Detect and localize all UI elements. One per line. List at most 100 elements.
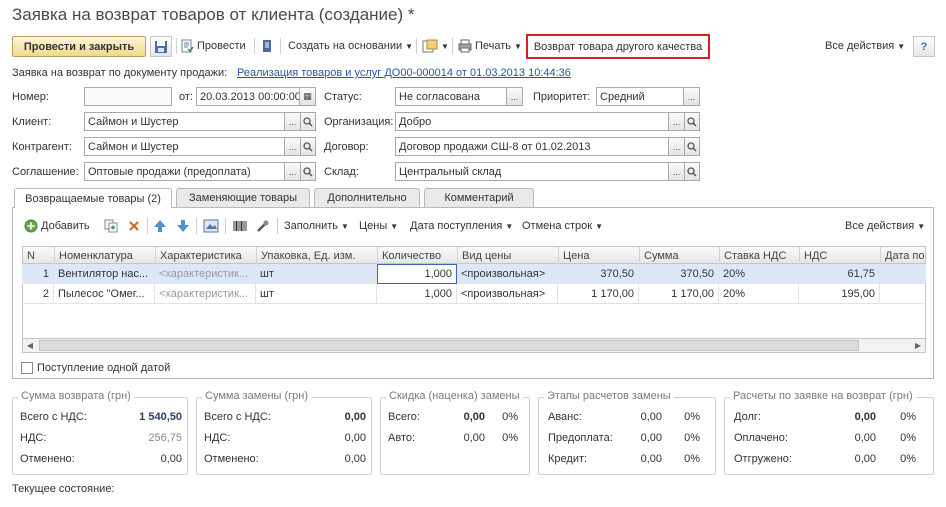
copy-row-button[interactable] <box>104 216 118 236</box>
cell-price[interactable]: 370,50 <box>558 264 639 284</box>
client-field[interactable]: Саймон и Шустер <box>84 112 285 131</box>
org-field[interactable]: Добро <box>395 112 669 131</box>
add-row-button[interactable]: Добавить <box>24 216 90 236</box>
client-open-button[interactable] <box>301 112 316 131</box>
warehouse-field[interactable]: Центральный склад <box>395 162 669 181</box>
client-select-button[interactable]: ... <box>285 112 301 131</box>
save-button[interactable] <box>150 36 172 57</box>
post-button[interactable]: Провести <box>180 36 246 56</box>
cancel-rows-button[interactable]: Отмена строк ▼ <box>522 216 603 236</box>
sale-doc-link[interactable]: Реализация товаров и услуг ДО00-000014 о… <box>237 67 571 79</box>
contract-open-button[interactable] <box>685 137 700 156</box>
sale-doc-label: Заявка на возврат по документу продажи: <box>12 67 228 79</box>
cell-vat-rate[interactable]: 20% <box>719 284 799 304</box>
date-field[interactable]: 20.03.2013 00:00:00 <box>196 87 300 106</box>
cell-n[interactable]: 1 <box>22 264 54 284</box>
scroll-left-icon[interactable]: ◀ <box>23 339 37 352</box>
cell-nomenclature[interactable]: Вентилятор нас... <box>54 264 155 284</box>
agreement-open-button[interactable] <box>301 162 316 181</box>
horizontal-scrollbar[interactable]: ◀ ▶ <box>22 338 926 353</box>
cell-characteristic[interactable]: <характеристик... <box>155 264 256 284</box>
cell-vat[interactable]: 61,75 <box>799 264 880 284</box>
cell-characteristic[interactable]: <характеристик... <box>155 284 256 304</box>
col-package[interactable]: Упаковка, Ед. изм. <box>257 247 378 265</box>
move-up-button[interactable] <box>153 216 167 236</box>
scroll-right-icon[interactable]: ▶ <box>911 339 925 352</box>
cell-arrival-date[interactable] <box>880 284 924 304</box>
contract-field[interactable]: Договор продажи СШ-8 от 01.02.2013 <box>395 137 669 156</box>
status-field[interactable]: Не согласована <box>395 87 507 106</box>
org-open-button[interactable] <box>685 112 700 131</box>
cell-package[interactable]: шт <box>256 284 377 304</box>
priority-field[interactable]: Средний <box>596 87 684 106</box>
move-down-button[interactable] <box>176 216 190 236</box>
prices-button[interactable]: Цены ▼ <box>359 216 398 236</box>
contractor-select-button[interactable]: ... <box>285 137 301 156</box>
table-all-actions-button[interactable]: Все действия ▼ <box>845 216 925 236</box>
create-based-on-button[interactable]: Создать на основании ▼ <box>288 36 413 56</box>
contractor-field[interactable]: Саймон и Шустер <box>84 137 285 156</box>
return-other-quality-button[interactable]: Возврат товара другого качества <box>526 34 710 59</box>
barcode-button[interactable] <box>232 216 248 236</box>
cell-sum[interactable]: 370,50 <box>639 264 719 284</box>
tab-returned-goods[interactable]: Возвращаемые товары (2) <box>14 188 172 208</box>
contract-select-button[interactable]: ... <box>669 137 685 156</box>
cell-vat-rate[interactable]: 20% <box>719 264 799 284</box>
status-select-button[interactable]: ... <box>507 87 523 106</box>
one-date-label: Поступление одной датой <box>37 362 171 374</box>
number-label: Номер: <box>12 91 49 103</box>
col-price-type[interactable]: Вид цены <box>458 247 559 265</box>
priority-select-button[interactable]: ... <box>684 87 700 106</box>
serial-button[interactable] <box>256 216 270 236</box>
all-actions-button[interactable]: Все действия ▼ <box>825 36 905 56</box>
org-select-button[interactable]: ... <box>669 112 685 131</box>
pick-goods-button[interactable] <box>203 216 219 236</box>
picture-icon <box>203 219 219 233</box>
fill-button[interactable]: Заполнить ▼ <box>284 216 349 236</box>
cell-quantity[interactable]: 1,000 <box>377 284 457 304</box>
scroll-thumb[interactable] <box>39 340 859 351</box>
help-button[interactable]: ? <box>913 36 935 57</box>
warehouse-open-button[interactable] <box>685 162 700 181</box>
table-row[interactable]: 2 Пылесос "Омег... <характеристик... шт … <box>22 284 926 304</box>
warehouse-select-button[interactable]: ... <box>669 162 685 181</box>
attachments-button[interactable]: ▼ <box>422 36 449 56</box>
post-and-close-button[interactable]: Провести и закрыть <box>12 36 146 57</box>
discount-total-label: Всего: <box>388 411 420 423</box>
table-row[interactable]: 1 Вентилятор нас... <характеристик... шт… <box>22 264 926 284</box>
cell-quantity[interactable]: 1,000 <box>377 264 457 284</box>
one-date-checkbox[interactable] <box>21 362 33 374</box>
col-price[interactable]: Цена <box>559 247 640 265</box>
col-nomenclature[interactable]: Номенклатура <box>55 247 156 265</box>
cell-price-type[interactable]: <произвольная> <box>457 264 558 284</box>
cell-price[interactable]: 1 170,00 <box>558 284 639 304</box>
col-sum[interactable]: Сумма <box>640 247 720 265</box>
agreement-select-button[interactable]: ... <box>285 162 301 181</box>
col-vat[interactable]: НДС <box>800 247 881 265</box>
cell-package[interactable]: шт <box>256 264 377 284</box>
delete-row-button[interactable] <box>127 216 141 236</box>
tab-additional[interactable]: Дополнительно <box>314 188 420 207</box>
col-characteristic[interactable]: Характеристика <box>156 247 257 265</box>
cell-sum[interactable]: 1 170,00 <box>639 284 719 304</box>
calendar-button[interactable]: ▦ <box>300 87 316 106</box>
ellipsis-icon: ... <box>288 166 297 177</box>
cell-n[interactable]: 2 <box>22 284 54 304</box>
cell-vat[interactable]: 195,00 <box>799 284 880 304</box>
contractor-open-button[interactable] <box>301 137 316 156</box>
col-arrival-date[interactable]: Дата по <box>881 247 925 265</box>
tab-replacement-goods[interactable]: Заменяющие товары <box>176 188 310 207</box>
cell-arrival-date[interactable] <box>880 264 924 284</box>
col-quantity[interactable]: Количество <box>378 247 458 265</box>
col-n[interactable]: N <box>23 247 55 265</box>
agreement-field[interactable]: Оптовые продажи (предоплата) <box>84 162 285 181</box>
col-vat-rate[interactable]: Ставка НДС <box>720 247 800 265</box>
cell-nomenclature[interactable]: Пылесос "Омег... <box>54 284 155 304</box>
journal-button[interactable] <box>260 36 274 56</box>
settlements-debt-pct: 0% <box>900 411 916 423</box>
number-field[interactable] <box>84 87 172 106</box>
arrival-date-button[interactable]: Дата поступления ▼ <box>410 216 513 236</box>
print-button[interactable]: Печать ▼ <box>458 36 522 56</box>
cell-price-type[interactable]: <произвольная> <box>457 284 558 304</box>
tab-comment[interactable]: Комментарий <box>424 188 534 207</box>
